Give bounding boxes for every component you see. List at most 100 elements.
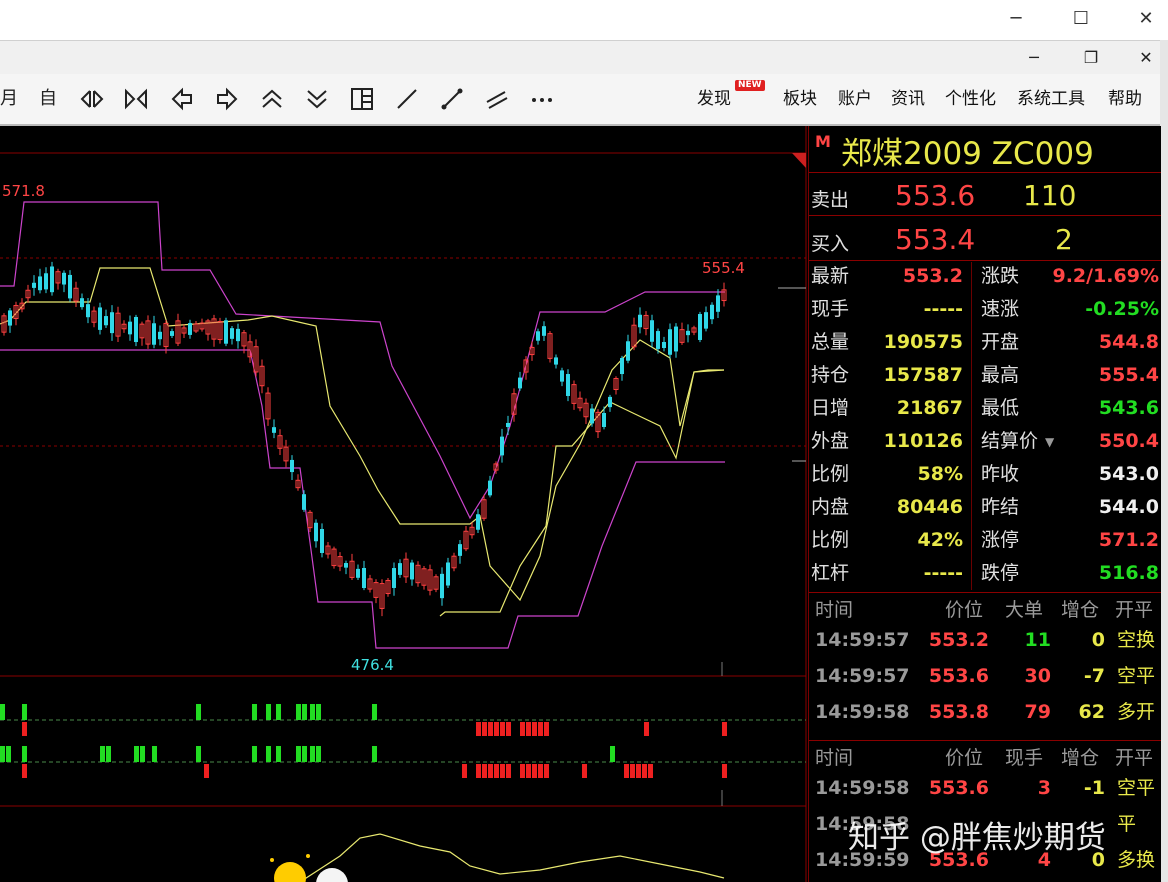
candle-body xyxy=(698,314,702,340)
signal-bar xyxy=(624,764,629,778)
minimize-button[interactable]: ─ xyxy=(996,6,1036,32)
parallel-lines-icon[interactable] xyxy=(483,86,511,112)
menu-news[interactable]: 资讯 xyxy=(891,86,925,112)
signal-bar xyxy=(494,722,499,736)
candle-body xyxy=(128,321,132,335)
menu-system-tools[interactable]: 系统工具 xyxy=(1017,86,1085,112)
menu-account[interactable]: 账户 xyxy=(838,86,872,112)
candlestick-chart[interactable] xyxy=(0,126,808,882)
candle-body xyxy=(290,459,294,473)
signal-bar xyxy=(532,722,537,736)
signal-bar xyxy=(500,764,505,778)
signal-bar xyxy=(22,722,27,736)
stat-value: ----- xyxy=(923,562,963,584)
candle-body xyxy=(554,357,558,365)
tick-oi: 0 xyxy=(1091,629,1105,651)
stat-value: 42% xyxy=(917,529,963,551)
signal-bar xyxy=(506,764,511,778)
stat-value: ----- xyxy=(923,298,963,320)
stat-label: 内盘 xyxy=(811,496,850,518)
stat-label: 速涨 xyxy=(981,298,1020,320)
candle-body xyxy=(344,563,348,568)
close-button[interactable]: ✕ xyxy=(1126,6,1166,32)
settle-dropdown-icon[interactable]: ▼ xyxy=(1045,430,1054,454)
candle-body xyxy=(236,328,240,342)
signal-bar xyxy=(106,746,111,762)
tick-oi: -7 xyxy=(1083,665,1105,687)
inner-restore-button[interactable]: ❐ xyxy=(1073,45,1109,71)
double-down-icon[interactable] xyxy=(303,86,331,112)
candle-body xyxy=(188,323,192,335)
stat-label: 最新 xyxy=(811,265,850,287)
signal-bar xyxy=(22,746,27,762)
candle-body xyxy=(566,374,570,396)
stat-label: 跌停 xyxy=(981,562,1020,584)
signal-bar xyxy=(482,764,487,778)
shrink-horizontal-icon[interactable] xyxy=(122,86,150,112)
stat-label: 最高 xyxy=(981,364,1020,386)
signal-bar xyxy=(302,704,307,720)
signal-bar xyxy=(6,746,11,762)
signal-bar xyxy=(140,746,145,762)
maximize-button[interactable]: ☐ xyxy=(1061,6,1101,32)
tick-volume: 79 xyxy=(1024,701,1051,723)
tick-header: 开平 xyxy=(1115,599,1154,621)
signal-bar xyxy=(252,746,257,762)
stat-label: 结算价 xyxy=(981,430,1039,452)
candle-body xyxy=(668,329,672,355)
candle-body xyxy=(398,563,402,575)
segment-tool-icon[interactable] xyxy=(438,86,466,112)
stat-value: -0.25% xyxy=(1085,298,1159,320)
candle-body xyxy=(104,316,108,326)
candle-body xyxy=(608,396,612,408)
more-icon[interactable] xyxy=(528,86,556,112)
candle-body xyxy=(230,328,234,339)
line-tool-icon[interactable] xyxy=(393,86,421,112)
chart-high-label: 571.8 xyxy=(2,182,45,200)
inner-minimize-button[interactable]: ─ xyxy=(1016,45,1052,71)
tick-header: 时间 xyxy=(815,599,854,621)
menu-discover[interactable]: 发现 xyxy=(697,86,731,112)
signal-bar xyxy=(196,704,201,720)
menu-help[interactable]: 帮助 xyxy=(1108,86,1142,112)
candle-body xyxy=(626,341,630,361)
tick-type: 空换 xyxy=(1117,629,1156,651)
self-select-button[interactable]: 自 xyxy=(35,86,61,112)
candle-body xyxy=(638,314,642,328)
candle-body xyxy=(560,370,564,382)
signal-bar xyxy=(0,704,5,720)
arrow-right-icon[interactable] xyxy=(213,86,241,112)
arrow-left-icon[interactable] xyxy=(168,86,196,112)
tick-oi: 62 xyxy=(1078,701,1105,723)
menu-personalize[interactable]: 个性化 xyxy=(945,86,996,112)
layout-grid-icon[interactable] xyxy=(348,86,376,112)
scrollbar[interactable] xyxy=(1160,40,1168,882)
signal-bar xyxy=(310,704,315,720)
candle-body xyxy=(662,342,666,348)
menu-sector[interactable]: 板块 xyxy=(783,86,817,112)
tick-time: 14:59:57 xyxy=(815,665,910,687)
signal-bar xyxy=(544,722,549,736)
signal-bar xyxy=(582,764,587,778)
expand-horizontal-icon[interactable] xyxy=(78,86,106,112)
tick-price: 553.8 xyxy=(928,701,989,723)
stat-value: 571.2 xyxy=(1098,529,1159,551)
candle-body xyxy=(656,331,660,349)
signal-bar xyxy=(630,764,635,778)
stat-label: 开盘 xyxy=(981,331,1020,353)
stat-value: 58% xyxy=(917,463,963,485)
signal-bar xyxy=(500,722,505,736)
signal-bar xyxy=(196,746,201,762)
stat-value: 544.0 xyxy=(1098,496,1159,518)
signal-bar xyxy=(462,764,467,778)
candle-body xyxy=(410,562,414,580)
month-button[interactable]: 月 xyxy=(0,86,18,112)
double-up-icon[interactable] xyxy=(258,86,286,112)
candle-body xyxy=(488,480,492,496)
signal-bar xyxy=(494,764,499,778)
inner-close-button[interactable]: ✕ xyxy=(1128,45,1164,71)
signal-bar xyxy=(100,746,105,762)
tick-type: 空平 xyxy=(1117,777,1156,799)
tick-header: 价位 xyxy=(945,747,984,769)
signal-bar xyxy=(372,704,377,720)
